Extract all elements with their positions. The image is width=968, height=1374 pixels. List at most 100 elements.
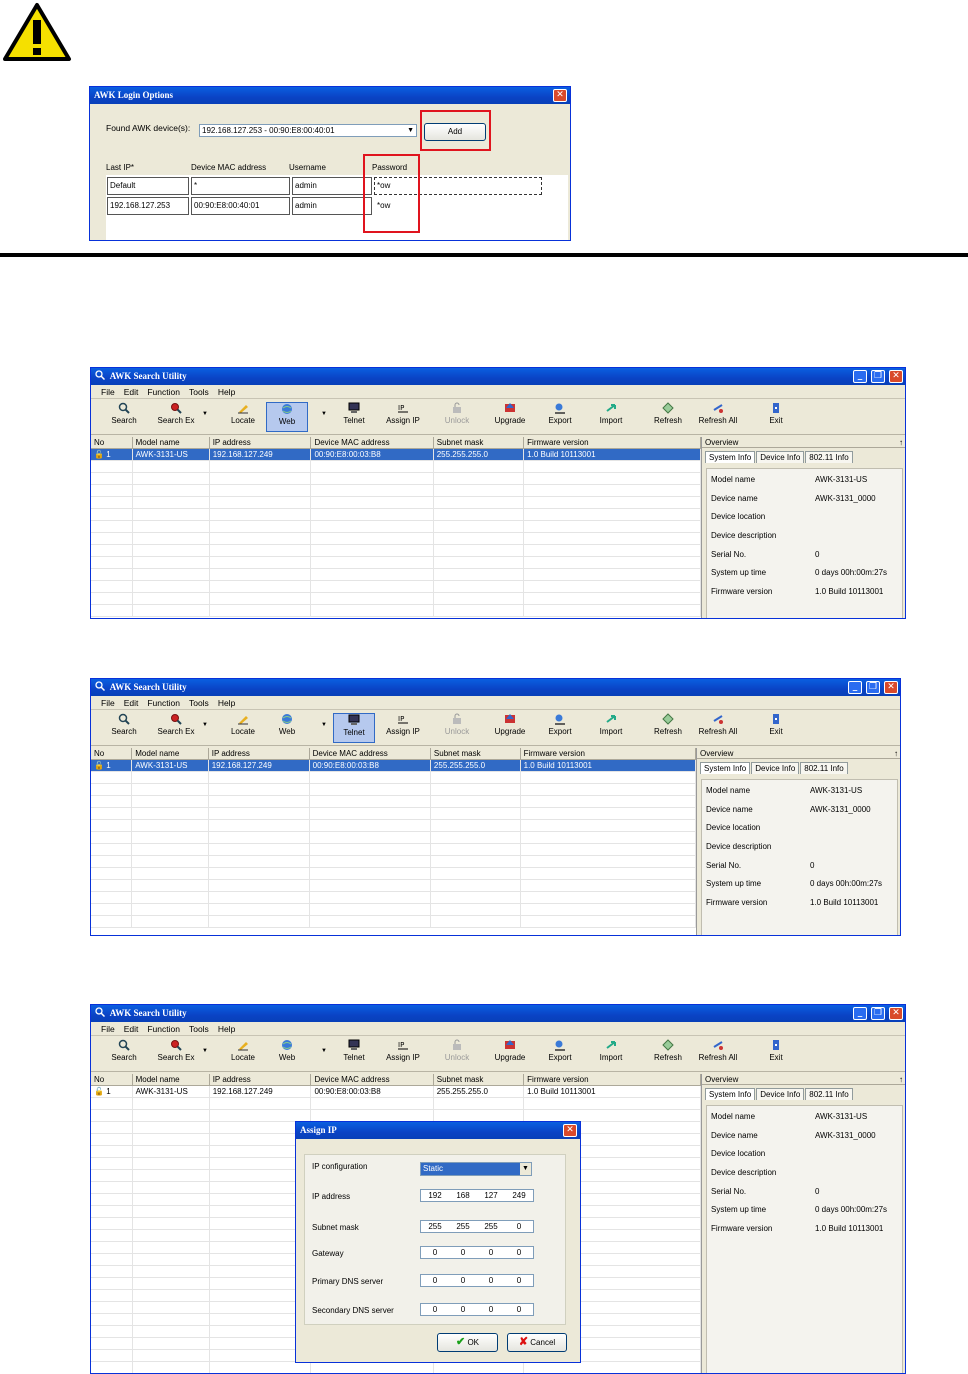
column-header[interactable]: Model name — [132, 437, 210, 449]
web-dropdown-icon[interactable]: ▼ — [321, 722, 327, 728]
web-button[interactable]: Web — [266, 713, 308, 743]
upgrade-button[interactable]: Upgrade — [489, 1039, 531, 1069]
export-button[interactable]: Export — [539, 402, 581, 432]
menu-item-tools[interactable]: Tools — [189, 1024, 209, 1034]
locate-button[interactable]: Locate — [222, 713, 264, 743]
telnet-button[interactable]: Telnet — [333, 713, 375, 743]
column-header[interactable]: Subnet mask — [433, 1074, 525, 1086]
refresh-all-button[interactable]: Refresh All — [697, 713, 739, 743]
login-close-button[interactable]: ✕ — [553, 89, 567, 102]
tab-802-11-info[interactable]: 802.11 Info — [800, 762, 848, 774]
tab-device-info[interactable]: Device Info — [751, 762, 800, 774]
close-button[interactable]: ✕ — [889, 370, 903, 383]
menu-item-function[interactable]: Function — [147, 387, 180, 397]
assign-ip-button[interactable]: IP Assign IP — [382, 713, 424, 743]
menu-item-edit[interactable]: Edit — [124, 698, 139, 708]
ip-input[interactable]: 0 0 0 0 — [420, 1246, 534, 1259]
pin-icon[interactable]: ↑ — [894, 748, 898, 759]
import-button[interactable]: Import — [590, 402, 632, 432]
tab-system-info[interactable]: System Info — [705, 1088, 756, 1100]
upgrade-button[interactable]: Upgrade — [489, 713, 531, 743]
web-button[interactable]: Web — [266, 1039, 308, 1069]
search-button[interactable]: Search — [103, 1039, 145, 1069]
minimize-button[interactable]: _ — [853, 370, 867, 383]
menu-item-edit[interactable]: Edit — [124, 1024, 139, 1034]
unlock-button[interactable]: Unlock — [436, 713, 478, 743]
column-header[interactable]: Model name — [131, 748, 209, 760]
search-ex-dropdown-icon[interactable]: ▼ — [202, 411, 208, 417]
column-header[interactable]: Device MAC address — [310, 1074, 434, 1086]
column-header[interactable]: No — [91, 1074, 133, 1086]
assign-ip-close-button[interactable]: ✕ — [563, 1124, 577, 1137]
column-header[interactable]: IP address — [208, 748, 310, 760]
locate-button[interactable]: Locate — [222, 402, 264, 432]
search-ex-button[interactable]: Search Ex — [155, 402, 197, 432]
table-row[interactable]: 🔓 1 AWK-3131-US 192.168.127.249 00:90:E8:00… — [91, 1085, 701, 1098]
export-button[interactable]: Export — [539, 713, 581, 743]
ip-input[interactable]: 0 0 0 0 — [420, 1274, 534, 1287]
table-row[interactable]: 🔓 1 AWK-3131-US 192.168.127.249 00:90:E8:00… — [91, 448, 701, 461]
column-header[interactable]: Device MAC address — [309, 748, 431, 760]
tab-device-info[interactable]: Device Info — [756, 1088, 805, 1100]
telnet-button[interactable]: Telnet — [333, 1039, 375, 1069]
search-ex-dropdown-icon[interactable]: ▼ — [202, 1048, 208, 1054]
search-button[interactable]: Search — [103, 713, 145, 743]
found-devices-select[interactable]: 192.168.127.253 - 00:90:E8:00:40:01 ▼ — [199, 124, 417, 137]
menu-item-tools[interactable]: Tools — [189, 387, 209, 397]
telnet-button[interactable]: Telnet — [333, 402, 375, 432]
refresh-all-button[interactable]: Refresh All — [697, 1039, 739, 1069]
pin-icon[interactable]: ↑ — [899, 437, 903, 448]
login-row-device[interactable]: 192.168.127.253 00:90:E8:00:40:01 admin … — [106, 197, 568, 215]
restore-button[interactable]: ❐ — [866, 681, 880, 694]
login-row-default[interactable]: Default * admin *ow — [106, 177, 568, 195]
exit-button[interactable]: Exit — [755, 713, 797, 743]
web-dropdown-icon[interactable]: ▼ — [321, 411, 327, 417]
close-button[interactable]: ✕ — [884, 681, 898, 694]
column-header[interactable]: Firmware version — [523, 437, 701, 449]
pin-icon[interactable]: ↑ — [899, 1074, 903, 1085]
column-header[interactable]: Model name — [132, 1074, 210, 1086]
column-header[interactable]: Device MAC address — [310, 437, 434, 449]
refresh-button[interactable]: Refresh — [647, 1039, 689, 1069]
menu-item-help[interactable]: Help — [218, 1024, 235, 1034]
column-header[interactable]: Subnet mask — [430, 748, 521, 760]
assign-ip-button[interactable]: IP Assign IP — [382, 402, 424, 432]
unlock-button[interactable]: Unlock — [436, 1039, 478, 1069]
exit-button[interactable]: Exit — [755, 1039, 797, 1069]
table-row[interactable]: 🔓 1 AWK-3131-US 192.168.127.249 00:90:E8:00… — [91, 759, 697, 772]
column-header[interactable]: No — [91, 437, 133, 449]
tab-device-info[interactable]: Device Info — [756, 451, 805, 463]
ip-input[interactable]: 0 0 0 0 — [420, 1303, 534, 1316]
menu-item-help[interactable]: Help — [218, 698, 235, 708]
ip-input[interactable]: 255 255 255 0 — [420, 1220, 534, 1233]
import-button[interactable]: Import — [590, 713, 632, 743]
menu-item-function[interactable]: Function — [147, 1024, 180, 1034]
refresh-button[interactable]: Refresh — [647, 713, 689, 743]
exit-button[interactable]: Exit — [755, 402, 797, 432]
web-dropdown-icon[interactable]: ▼ — [321, 1048, 327, 1054]
menu-item-file[interactable]: File — [101, 698, 115, 708]
menu-item-help[interactable]: Help — [218, 387, 235, 397]
menu-item-edit[interactable]: Edit — [124, 387, 139, 397]
search-button[interactable]: Search — [103, 402, 145, 432]
refresh-all-button[interactable]: Refresh All — [697, 402, 739, 432]
column-header[interactable]: No — [91, 748, 133, 760]
column-header[interactable]: IP address — [209, 1074, 312, 1086]
search-ex-button[interactable]: Search Ex — [155, 713, 197, 743]
close-button[interactable]: ✕ — [889, 1007, 903, 1020]
menu-item-function[interactable]: Function — [147, 698, 180, 708]
tab-802-11-info[interactable]: 802.11 Info — [805, 1088, 853, 1100]
minimize-button[interactable]: _ — [848, 681, 862, 694]
column-header[interactable]: Firmware version — [523, 1074, 701, 1086]
menu-item-file[interactable]: File — [101, 1024, 115, 1034]
column-header[interactable]: Firmware version — [520, 748, 697, 760]
ip-config-select[interactable]: Static ▼ — [420, 1162, 532, 1176]
tab-system-info[interactable]: System Info — [700, 762, 751, 774]
search-ex-dropdown-icon[interactable]: ▼ — [202, 722, 208, 728]
import-button[interactable]: Import — [590, 1039, 632, 1069]
search-ex-button[interactable]: Search Ex — [155, 1039, 197, 1069]
column-header[interactable]: Subnet mask — [433, 437, 525, 449]
restore-button[interactable]: ❐ — [871, 370, 885, 383]
tab-system-info[interactable]: System Info — [705, 451, 756, 463]
upgrade-button[interactable]: Upgrade — [489, 402, 531, 432]
